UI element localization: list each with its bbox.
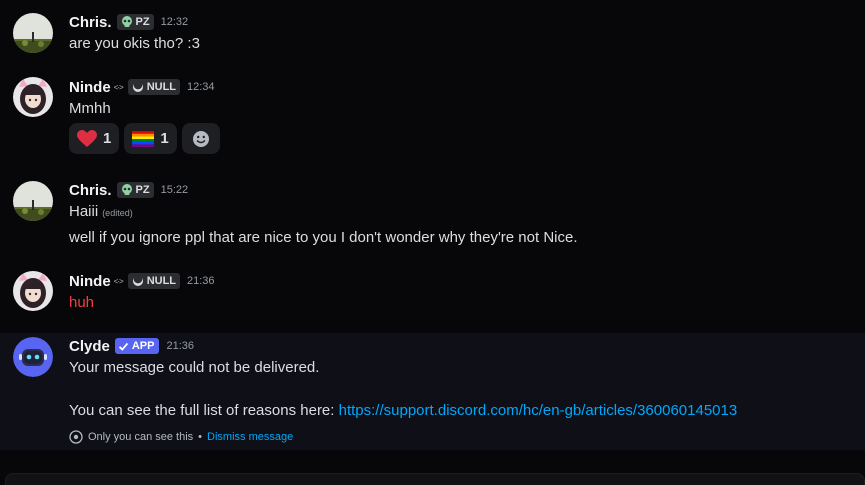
edited-label[interactable]: (edited) — [102, 208, 133, 218]
avatar[interactable] — [13, 13, 53, 53]
heart-icon — [77, 129, 97, 147]
ephemeral-note: Only you can see this — [88, 431, 194, 443]
message-content: huh — [69, 294, 95, 311]
ephemeral-notice: Only you can see this • Dismiss message — [69, 430, 293, 444]
skull-icon — [121, 16, 132, 27]
separator: • — [198, 431, 203, 443]
server-tag-label: PZ — [135, 16, 150, 28]
name-decoration: <·> — [113, 276, 124, 286]
timestamp[interactable]: 12:34 — [187, 81, 215, 93]
reaction-count: 1 — [103, 130, 112, 147]
username[interactable]: Clyde — [69, 338, 110, 355]
username[interactable]: Chris. — [69, 14, 112, 31]
timestamp[interactable]: 12:32 — [161, 16, 189, 28]
avatar[interactable] — [13, 271, 53, 311]
timestamp[interactable]: 21:36 — [166, 340, 194, 352]
message-header: Ninde <·> NULL 12:34 — [69, 77, 215, 97]
moon-icon — [132, 275, 143, 286]
add-reaction-button[interactable] — [181, 123, 220, 154]
moon-icon — [132, 81, 143, 92]
message-text: You can see the full list of reasons her… — [69, 402, 339, 419]
message-content: You can see the full list of reasons her… — [69, 401, 737, 421]
message-composer[interactable] — [5, 473, 865, 485]
message-content: well if you ignore ppl that are nice to … — [69, 229, 578, 246]
message-content: Your message could not be delivered. — [69, 359, 320, 376]
server-tag[interactable]: PZ — [116, 182, 154, 198]
message-header: Chris. PZ 15:22 — [69, 180, 188, 200]
avatar[interactable] — [13, 77, 53, 117]
skull-icon — [121, 184, 132, 195]
name-decoration: <·> — [113, 82, 124, 92]
chat-messages: Chris. PZ 12:32 are you okis tho? :3 Nin… — [0, 0, 865, 485]
username[interactable]: Ninde — [69, 273, 111, 290]
reaction-count: 1 — [160, 130, 169, 147]
server-tag-label: PZ — [135, 184, 150, 196]
message-header: Clyde APP 21:36 — [69, 336, 194, 356]
server-tag[interactable]: PZ — [116, 14, 154, 30]
dismiss-message-link[interactable]: Dismiss message — [207, 431, 293, 443]
server-tag[interactable]: NULL — [127, 79, 181, 95]
reaction-pride-flag[interactable]: 1 — [124, 123, 177, 154]
message-content: are you okis tho? :3 — [69, 35, 200, 52]
server-tag-label: NULL — [146, 275, 177, 287]
checkmark-icon — [118, 342, 129, 351]
username[interactable]: Chris. — [69, 182, 112, 199]
pride-flag-icon — [132, 130, 155, 147]
app-badge-label: APP — [131, 340, 155, 352]
message-text: Haiii — [69, 203, 99, 220]
server-tag[interactable]: NULL — [127, 273, 181, 289]
reaction-heart[interactable]: 1 — [69, 123, 120, 154]
message-content: Mmhh — [69, 100, 111, 117]
add-reaction-icon — [192, 130, 209, 147]
support-link[interactable]: https://support.discord.com/hc/en-gb/art… — [339, 402, 738, 419]
message-header: Ninde <·> NULL 21:36 — [69, 271, 215, 291]
reactions-bar: 1 1 — [69, 123, 220, 154]
message-header: Chris. PZ 12:32 — [69, 12, 188, 32]
message-content: Haiii (edited) — [69, 202, 133, 223]
app-badge: APP — [114, 338, 160, 354]
timestamp[interactable]: 15:22 — [161, 184, 189, 196]
server-tag-label: NULL — [146, 81, 177, 93]
eye-icon — [69, 430, 83, 444]
timestamp[interactable]: 21:36 — [187, 275, 215, 287]
username[interactable]: Ninde — [69, 79, 111, 96]
avatar[interactable] — [13, 337, 53, 377]
avatar[interactable] — [13, 181, 53, 221]
